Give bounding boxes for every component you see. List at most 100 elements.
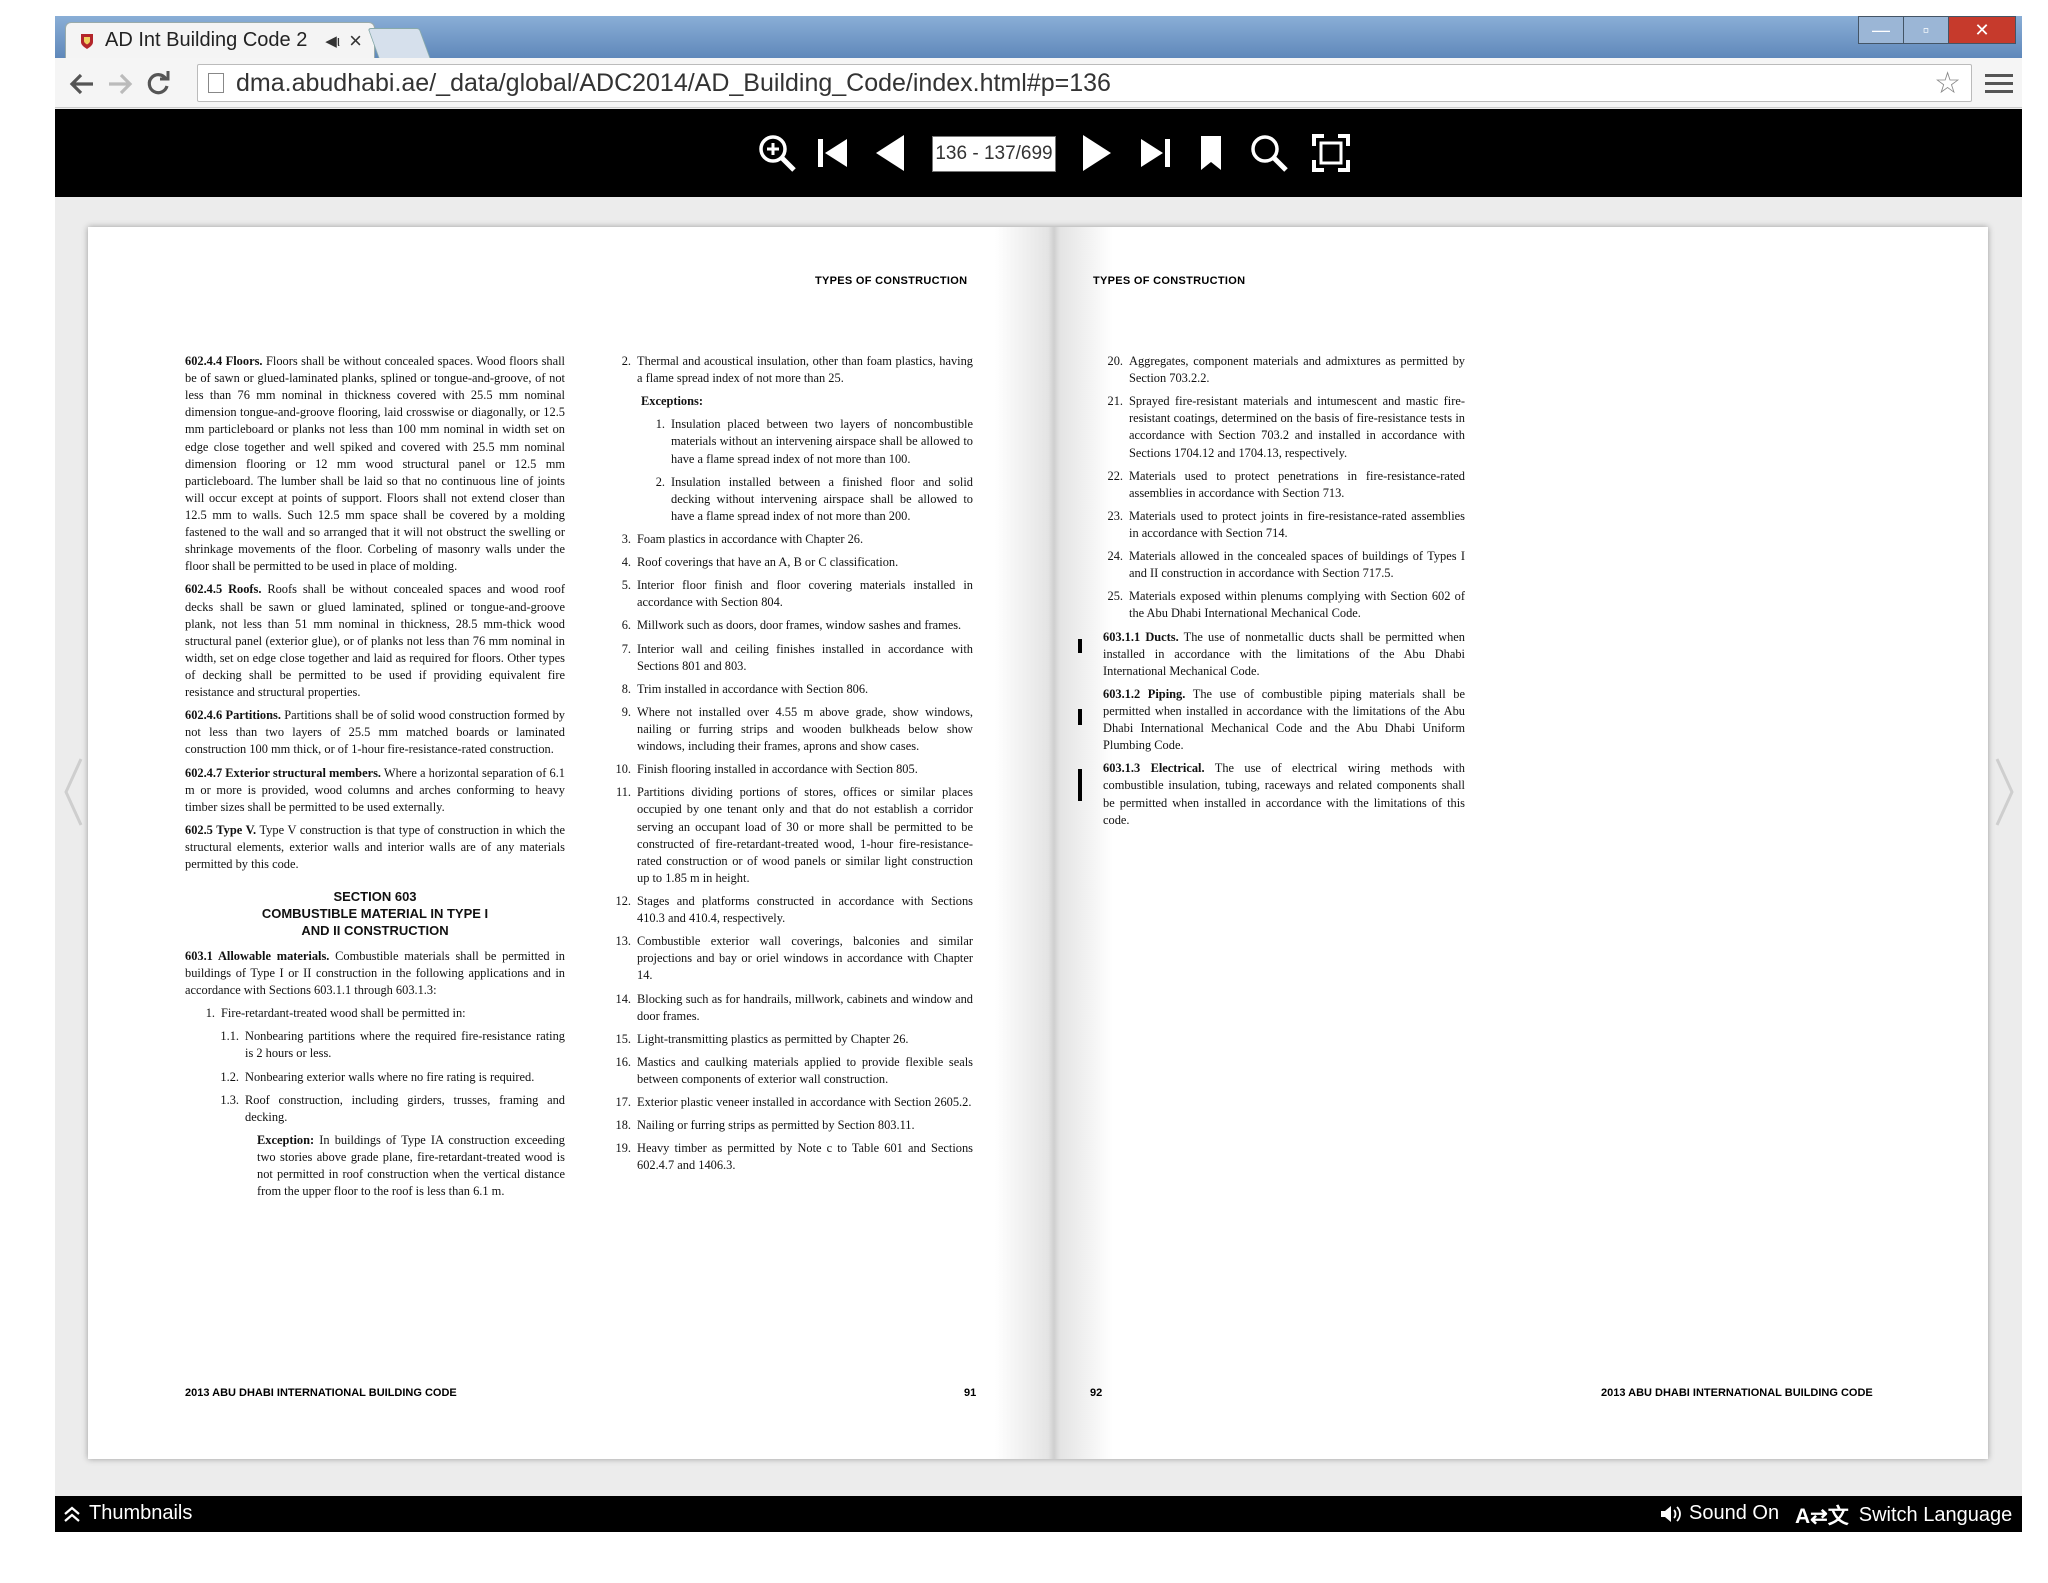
bookmark-icon [1201, 136, 1221, 170]
minimize-button[interactable]: — [1858, 16, 1904, 44]
list-number: 2. [655, 474, 665, 489]
book-viewport: TYPES OF CONSTRUCTION 602.4.4 Floors. Fl… [55, 197, 2022, 1496]
list-number: 9. [621, 704, 631, 719]
list-number: 4. [621, 555, 631, 570]
paragraph: 603.1.2 Piping. The use of combustible p… [1103, 686, 1465, 754]
paragraph-heading: 602.4.5 Roofs. [185, 582, 262, 597]
list-item: 19. Heavy timber as permitted by Note c t… [611, 1140, 974, 1174]
list-text: Exterior plastic veneer installed in acc… [637, 1095, 972, 1110]
list-item: 1.3. Roof construction, including girders… [219, 1092, 565, 1126]
last-page-button[interactable] [1135, 131, 1175, 175]
first-page-icon [818, 139, 847, 167]
exceptions-heading: Exceptions: [641, 394, 703, 409]
previous-page-icon [876, 135, 904, 171]
back-button[interactable] [67, 69, 97, 99]
list-item: 14. Blocking such as for handrails, millw… [611, 991, 974, 1025]
change-bar [1078, 769, 1082, 801]
list-item: 1.2. Nonbearing exterior walls where no f… [219, 1069, 565, 1086]
paragraph-heading: 602.4.7 Exterior structural members. [185, 765, 381, 780]
list-number: 5. [621, 578, 631, 593]
flip-right-arrow-icon[interactable] [1995, 757, 2015, 827]
search-button[interactable] [1247, 131, 1291, 175]
list-text: Materials used to protect penetrations i… [1129, 468, 1465, 500]
list-text: Sprayed fire-resistant materials and int… [1129, 394, 1465, 460]
reload-button[interactable] [143, 69, 173, 99]
zoom-in-button[interactable] [755, 131, 799, 175]
paragraph: 602.5 Type V. Type V construction is tha… [185, 822, 565, 873]
list-text: Millwork such as doors, door frames, win… [637, 618, 962, 633]
thumbnails-button[interactable]: Thumbnails [63, 1502, 192, 1525]
list-text: Interior wall and ceiling finishes insta… [637, 641, 973, 673]
list-text: Insulation installed between a finished … [671, 474, 973, 523]
forward-arrow-icon [109, 73, 133, 95]
list-text: Materials allowed in the concealed space… [1129, 549, 1465, 581]
list-number: 18. [615, 1118, 632, 1133]
bookmark-star-icon[interactable]: ☆ [1934, 66, 1961, 101]
address-bar[interactable]: dma.abudhabi.ae/_data/global/ADC2014/AD_… [197, 64, 1972, 102]
url-text[interactable]: dma.abudhabi.ae/_data/global/ADC2014/AD_… [236, 69, 1934, 98]
page-footer-title: 2013 ABU DHABI INTERNATIONAL BUILDING CO… [185, 1387, 457, 1399]
list-number: 23. [1107, 508, 1124, 523]
list-number: 24. [1107, 549, 1124, 564]
list-text: Aggregates, component materials and admi… [1129, 354, 1465, 386]
double-chevron-up-icon [64, 1506, 80, 1522]
switch-language-button[interactable]: A⇄文 Switch Language [1795, 1500, 2012, 1530]
flip-left-arrow-icon[interactable] [63, 757, 83, 827]
switch-language-label: Switch Language [1858, 1503, 2013, 1526]
left-page-column-2: 2. Thermal and acoustical insulation, oth… [611, 353, 974, 1180]
browser-menu-button[interactable] [1985, 68, 2013, 98]
list-item: 1. Fire-retardant-treated wood shall be p… [195, 1005, 565, 1022]
new-tab-button[interactable] [367, 28, 431, 58]
close-window-button[interactable]: ✕ [1948, 16, 2016, 44]
running-head: TYPES OF CONSTRUCTION [1093, 275, 1246, 287]
minimize-icon: — [1872, 19, 1890, 40]
previous-page-button[interactable] [870, 131, 910, 175]
list-text: Insulation placed between two layers of … [671, 417, 973, 466]
list-number: 7. [621, 641, 631, 656]
fullscreen-button[interactable] [1309, 131, 1353, 175]
list-number: 17. [615, 1095, 632, 1110]
paragraph: 602.4.6 Partitions. Partitions shall be … [185, 707, 565, 758]
list-number: 14. [615, 991, 632, 1006]
list-number: 25. [1107, 589, 1124, 604]
back-arrow-icon [69, 73, 93, 95]
list-item: 9. Where not installed over 4.55 m above … [611, 704, 973, 755]
right-page: TYPES OF CONSTRUCTION 20. Aggregates, com… [1038, 227, 1988, 1459]
maximize-button[interactable]: ▫ [1903, 16, 1949, 44]
next-page-button[interactable] [1077, 131, 1117, 175]
list-item: 16. Mastics and caulking materials applie… [611, 1054, 974, 1088]
running-head: TYPES OF CONSTRUCTION [815, 275, 968, 287]
left-page-column-1: 602.4.4 Floors. Floors shall be without … [185, 353, 565, 1206]
next-page-icon [1083, 135, 1111, 171]
tab-close-icon[interactable]: × [349, 28, 362, 54]
first-page-button[interactable] [813, 131, 853, 175]
paragraph: 603.1 Allowable materials. Combustible m… [185, 948, 565, 999]
list-item: 1.1. Nonbearing partitions where the requ… [219, 1028, 565, 1062]
change-bar [1078, 709, 1082, 725]
paragraph-heading: 603.1 Allowable materials. [185, 948, 330, 963]
list-item: 10. Finish flooring installed in accordan… [611, 761, 973, 778]
list-item: 2. Insulation installed between a finishe… [645, 474, 973, 525]
list-item: 2. Thermal and acoustical insulation, oth… [611, 353, 973, 387]
bookmark-button[interactable] [1193, 131, 1229, 175]
paragraph-heading: 602.5 Type V. [185, 822, 257, 837]
list-item: 5. Interior floor finish and floor coveri… [611, 577, 973, 611]
browser-tab[interactable]: AD Int Building Code 2 ◀ι × [65, 22, 375, 58]
list-item: 23. Materials used to protect joints in f… [1103, 508, 1466, 542]
audio-playing-icon[interactable]: ◀ι [325, 32, 340, 50]
page-number-input[interactable]: 136 - 137/699 [932, 136, 1056, 172]
sound-toggle-button[interactable]: Sound On [1659, 1502, 1779, 1525]
fullscreen-icon [1312, 134, 1350, 172]
list-item: 21. Sprayed fire-resistant materials and … [1103, 393, 1466, 461]
list-text: Heavy timber as permitted by Note c to T… [637, 1141, 973, 1173]
list-number: 20. [1107, 354, 1124, 368]
list-number: 10. [615, 762, 632, 777]
change-bar [1078, 639, 1082, 653]
thumbnails-label: Thumbnails [89, 1502, 193, 1524]
paragraph-heading: 603.1.1 Ducts. [1103, 629, 1179, 644]
forward-button[interactable] [105, 69, 135, 99]
list-item: 24. Materials allowed in the concealed sp… [1103, 548, 1466, 582]
search-icon [1251, 135, 1288, 172]
list-text: Roof coverings that have an A, B or C cl… [637, 555, 899, 570]
page-footer-title: 2013 ABU DHABI INTERNATIONAL BUILDING CO… [1601, 1387, 1873, 1399]
